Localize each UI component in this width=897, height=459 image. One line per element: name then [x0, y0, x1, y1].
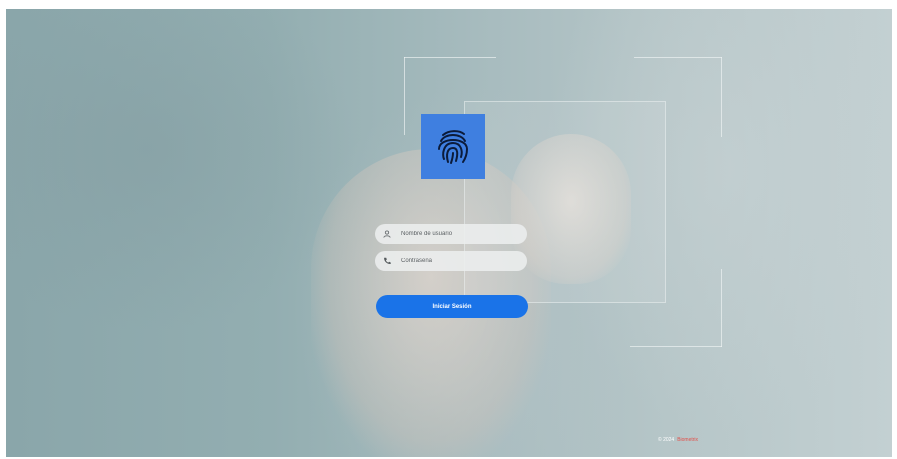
password-field[interactable]: [375, 251, 527, 271]
scan-area: [464, 101, 666, 303]
scan-frame-top-right-h: [634, 57, 722, 58]
footer-brand-link[interactable]: Biometrix: [677, 437, 698, 443]
username-field[interactable]: [375, 224, 527, 244]
scan-frame-top-right-v: [721, 57, 722, 137]
fingerprint-logo: [421, 114, 485, 179]
scan-frame-bottom-right-v: [721, 269, 722, 347]
footer-copyright: © 2024: [658, 437, 675, 443]
fingerprint-icon: [438, 129, 469, 164]
login-button[interactable]: Iniciar Sesión: [376, 295, 528, 318]
phone-icon: [384, 257, 391, 265]
scan-frame-top-left-v: [404, 57, 405, 135]
username-input[interactable]: [399, 230, 513, 238]
footer: © 2024 Biometrix: [658, 437, 698, 443]
password-input[interactable]: [399, 257, 513, 265]
scan-frame-bottom-right-h: [630, 346, 722, 347]
scan-frame-top-left-h: [404, 57, 496, 58]
user-icon: [383, 230, 391, 238]
